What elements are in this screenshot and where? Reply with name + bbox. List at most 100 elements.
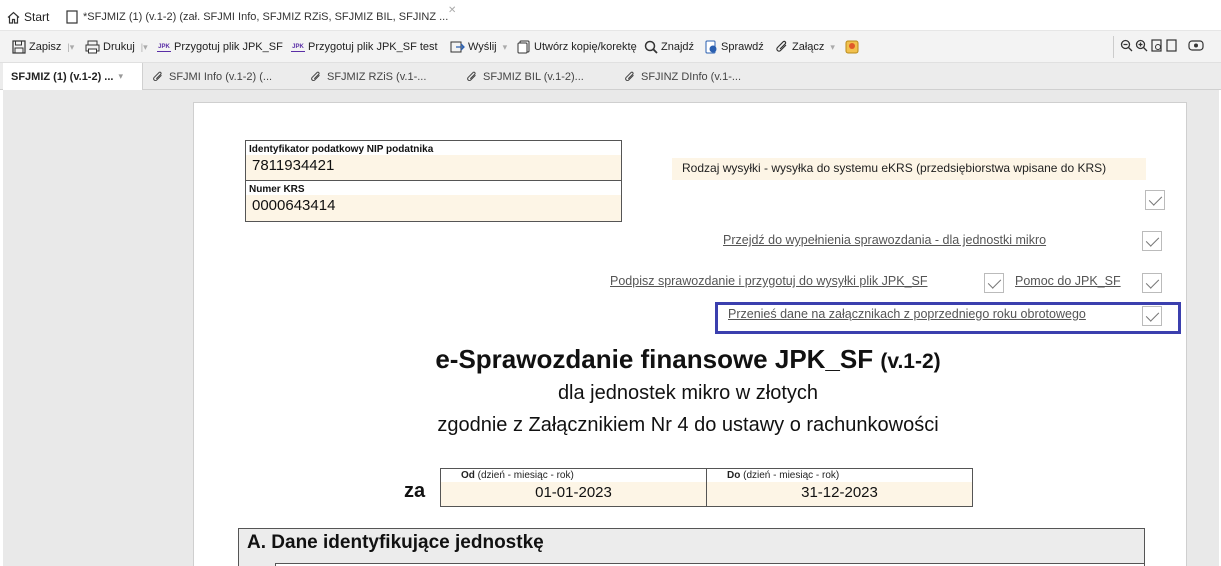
period-from-label: Od (dzień - miesiąc - rok) [441, 469, 706, 482]
period-box: Od (dzień - miesiąc - rok) 01-01-2023 Do… [440, 468, 973, 507]
paperclip-icon [467, 71, 476, 81]
document-icon [66, 10, 78, 24]
taxpayer-id-box: Identyfikator podatkowy NIP podatnika 78… [245, 140, 622, 222]
period-za-label: za [404, 480, 426, 502]
paperclip-icon [311, 71, 320, 81]
period-to-label-bold: Do [727, 470, 741, 481]
period-to-label-rest: (dzień - miesiąc - rok) [740, 470, 840, 481]
doc-tab-label: SFJINZ DInfo (v.1-... [641, 70, 742, 83]
close-tab-icon[interactable]: ✕ [448, 5, 456, 16]
prepare-jpk-test-label: Przygotuj plik JPK_SF test [308, 41, 438, 53]
prepare-jpk-label: Przygotuj plik JPK_SF [174, 41, 283, 53]
transfer-data-checkbox[interactable] [1142, 306, 1162, 326]
send-type-checkbox[interactable] [1145, 190, 1165, 210]
send-type-field[interactable]: Rodzaj wysyłki - wysyłka do systemu eKRS… [672, 158, 1146, 180]
tab-document-label: *SFJMIZ (1) (v.1-2) (zał. SFJMI Info, SF… [83, 11, 449, 23]
zoom-out-icon[interactable] [1120, 39, 1133, 52]
check-document-icon [705, 40, 717, 54]
paperclip-icon [153, 71, 162, 81]
create-copy-button[interactable]: Utwórz kopię/korektę [517, 39, 637, 55]
certificate-icon [845, 40, 859, 54]
printer-icon [85, 40, 100, 54]
prepare-jpk-test-button[interactable]: JPK Przygotuj plik JPK_SF test [291, 39, 438, 55]
tab-start-label: Start [24, 10, 50, 24]
doc-tab-label: SFJMIZ (1) (v.1-2) ... [11, 70, 114, 83]
chevron-down-icon[interactable]: ▾ [830, 42, 835, 53]
toolbar-divider [1113, 36, 1114, 58]
fill-report-link[interactable]: Przejdź do wypełnienia sprawozdania - dl… [723, 233, 1046, 247]
jpk-icon: JPK [291, 43, 305, 52]
form-subtitle-1: dla jednostek mikro w złotych [557, 382, 819, 404]
doc-tab-label: SFJMIZ RZiS (v.1-... [327, 70, 427, 83]
help-jpk-link[interactable]: Pomoc do JPK_SF [1015, 274, 1121, 288]
doc-tab-rzis[interactable]: SFJMIZ RZiS (v.1-... [310, 63, 426, 90]
title-tab-bar: Start *SFJMIZ (1) (v.1-2) (zał. SFJMI In… [0, 0, 1221, 31]
jpk-icon: JPK [157, 43, 171, 52]
doc-tab-bil[interactable]: SFJMIZ BIL (v.1-2)... [466, 63, 584, 90]
send-icon [450, 41, 465, 53]
form-version: (v.1-2) [880, 350, 941, 373]
check-button[interactable]: Sprawdź [704, 39, 764, 55]
fill-report-checkbox[interactable] [1142, 231, 1162, 251]
save-icon [12, 40, 26, 54]
period-to-value[interactable]: 31-12-2023 [707, 482, 972, 506]
tab-document[interactable]: *SFJMIZ (1) (v.1-2) (zał. SFJMI Info, SF… [66, 4, 457, 30]
preview-icon[interactable] [1188, 39, 1204, 52]
send-label: Wyślij [468, 41, 497, 53]
period-from-value[interactable]: 01-01-2023 [441, 482, 706, 506]
home-icon [7, 11, 20, 24]
attach-button[interactable]: Załącz ▾ [775, 39, 835, 55]
badge-button[interactable] [845, 39, 859, 55]
form-title: e-Sprawozdanie finansowe JPK_SF (v.1-2) [0, 344, 1221, 375]
doc-tab-dinfo[interactable]: SFJINZ DInfo (v.1-... [624, 63, 741, 90]
fit-page-icon[interactable] [1150, 39, 1163, 52]
sign-report-checkbox[interactable] [984, 273, 1004, 293]
doc-tab-label: SFJMIZ BIL (v.1-2)... [483, 70, 584, 83]
doc-tab-info[interactable]: SFJMI Info (v.1-2) (... [152, 63, 272, 90]
check-label: Sprawdź [721, 41, 764, 53]
save-label: Zapisz [29, 41, 62, 53]
section-a-heading: A. Dane identyfikujące jednostkę [247, 532, 544, 553]
nip-value[interactable]: 7811934421 [246, 155, 621, 174]
period-from-label-bold: Od [461, 470, 475, 481]
chevron-down-icon[interactable]: |▾ [141, 42, 148, 53]
print-label: Drukuj [103, 41, 135, 53]
tab-start[interactable]: Start [7, 9, 49, 25]
help-jpk-checkbox[interactable] [1142, 273, 1162, 293]
doc-tab-label: SFJMI Info (v.1-2) (... [169, 70, 273, 83]
magnifier-icon [644, 40, 658, 54]
doc-tab-sfjmiz[interactable]: SFJMIZ (1) (v.1-2) ... ▾ [3, 63, 143, 90]
period-from-field[interactable]: Od (dzień - miesiąc - rok) 01-01-2023 [441, 469, 707, 506]
sign-report-link[interactable]: Podpisz sprawozdanie i przygotuj do wysy… [610, 274, 928, 288]
document-tabs: SFJMIZ (1) (v.1-2) ... ▾ SFJMI Info (v.1… [0, 63, 1221, 90]
toolbar: Zapisz |▾ Drukuj |▾ JPK Przygotuj plik J… [0, 31, 1221, 63]
krs-value[interactable]: 0000643414 [246, 195, 621, 214]
zoom-in-icon[interactable] [1135, 39, 1148, 52]
attach-label: Załącz [792, 41, 825, 53]
create-copy-label: Utwórz kopię/korektę [534, 41, 637, 53]
krs-field[interactable]: Numer KRS 0000643414 [246, 181, 621, 221]
form-title-main: e-Sprawozdanie finansowe JPK_SF [435, 344, 874, 374]
send-button[interactable]: Wyślij ▾ [450, 39, 507, 55]
find-button[interactable]: Znajdź [644, 39, 694, 55]
paperclip-icon [776, 40, 787, 52]
period-to-field[interactable]: Do (dzień - miesiąc - rok) 31-12-2023 [707, 469, 972, 506]
save-button[interactable]: Zapisz |▾ [12, 39, 74, 55]
transfer-data-link[interactable]: Przenieś dane na załącznikach z poprzedn… [728, 307, 1086, 321]
form-subtitle-2: zgodnie z Załącznikiem Nr 4 do ustawy o … [437, 414, 939, 436]
prepare-jpk-button[interactable]: JPK Przygotuj plik JPK_SF [157, 39, 283, 55]
page-view-icon[interactable] [1165, 39, 1178, 52]
period-from-label-rest: (dzień - miesiąc - rok) [474, 470, 574, 481]
copy-icon [517, 40, 530, 54]
find-label: Znajdź [661, 41, 695, 53]
view-controls [1120, 39, 1204, 52]
krs-label: Numer KRS [246, 181, 621, 195]
period-to-label: Do (dzień - miesiąc - rok) [707, 469, 972, 482]
chevron-down-icon[interactable]: ▾ [118, 71, 123, 82]
chevron-down-icon[interactable]: |▾ [67, 42, 74, 53]
chevron-down-icon[interactable]: ▾ [503, 42, 508, 53]
paperclip-icon [625, 71, 634, 81]
nip-field[interactable]: Identyfikator podatkowy NIP podatnika 78… [246, 141, 621, 181]
section-a: A. Dane identyfikujące jednostkę [238, 528, 1145, 566]
print-button[interactable]: Drukuj |▾ [85, 39, 148, 55]
